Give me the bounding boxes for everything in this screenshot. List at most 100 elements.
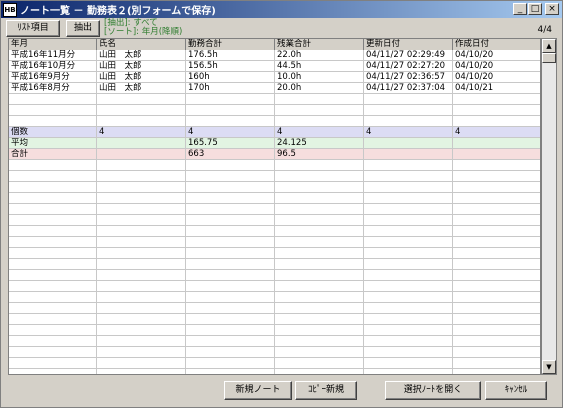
table-row[interactable] (9, 193, 540, 204)
table-cell (364, 94, 453, 105)
table-row[interactable] (9, 259, 540, 270)
table-cell (97, 259, 186, 270)
open-selected-note-button[interactable]: 選択ﾉｰﾄを開く (385, 381, 481, 400)
table-row[interactable] (9, 314, 540, 325)
table-cell (97, 160, 186, 171)
table-cell (364, 347, 453, 358)
table-row[interactable] (9, 303, 540, 314)
table-row[interactable]: 平成16年10月分 山田 太郎 156.5h 44.5h 04/11/27 02:27:… (9, 61, 540, 72)
copy-new-button[interactable]: ｺﾋﾟｰ新規 (295, 381, 357, 400)
table-cell (97, 347, 186, 358)
note-list-grid[interactable]: 年月 氏名 勤務合計 残業合計 更新日付 作成日付 平成16年11月分 山田 太郎 176.5h… (8, 38, 541, 375)
column-header[interactable]: 勤務合計 (186, 39, 275, 50)
table-row[interactable] (9, 369, 540, 374)
column-header[interactable]: 年月 (9, 39, 97, 50)
table-cell (453, 226, 540, 237)
table-row[interactable] (9, 94, 540, 105)
title-bar[interactable]: HB ノート一覧 － 勤務表２(別フォームで保存) _ □ × (1, 1, 562, 18)
table-row[interactable]: 平成16年8月分 山田 太郎 170h 20.0h 04/11/27 02:37:04 0… (9, 83, 540, 94)
table-cell (97, 314, 186, 325)
table-cell (186, 171, 275, 182)
minimize-button[interactable]: _ (513, 3, 527, 15)
table-row[interactable] (9, 215, 540, 226)
table-row[interactable] (9, 182, 540, 193)
column-header[interactable]: 残業合計 (275, 39, 364, 50)
sort-text: [ソート]: 年月(降順) (104, 27, 183, 37)
table-cell (453, 149, 540, 160)
table-cell (97, 303, 186, 314)
table-cell: 10.0h (275, 72, 364, 83)
table-cell (453, 105, 540, 116)
table-row[interactable] (9, 292, 540, 303)
table-cell: 04/10/20 (453, 50, 540, 61)
table-cell (453, 347, 540, 358)
table-cell (453, 138, 540, 149)
note-list-window: HB ノート一覧 － 勤務表２(別フォームで保存) _ □ × ﾘｽﾄ項目 抽出… (0, 0, 563, 408)
table-cell (9, 369, 97, 374)
table-cell (186, 116, 275, 127)
table-cell (275, 259, 364, 270)
table-cell (97, 369, 186, 374)
column-header[interactable]: 更新日付 (364, 39, 453, 50)
summary-total-row[interactable]: 合計 663 96.5 (9, 149, 540, 160)
table-row[interactable] (9, 237, 540, 248)
table-cell (453, 248, 540, 259)
table-cell (97, 138, 186, 149)
column-header[interactable]: 作成日付 (453, 39, 540, 50)
table-cell (186, 94, 275, 105)
table-cell: 04/11/27 02:37:04 (364, 83, 453, 94)
table-cell (275, 182, 364, 193)
table-cell (364, 270, 453, 281)
table-cell (364, 182, 453, 193)
vertical-scrollbar[interactable]: ▲ ▼ (541, 38, 557, 375)
table-cell (364, 138, 453, 149)
new-note-button[interactable]: 新規ノート (224, 381, 292, 400)
table-cell (97, 358, 186, 369)
table-cell: 4 (453, 127, 540, 138)
table-row[interactable] (9, 116, 540, 127)
table-row[interactable]: 平成16年9月分 山田 太郎 160h 10.0h 04/11/27 02:36:57 0… (9, 72, 540, 83)
table-cell: 96.5 (275, 149, 364, 160)
table-cell (453, 182, 540, 193)
table-row[interactable] (9, 248, 540, 259)
table-row[interactable] (9, 226, 540, 237)
table-row[interactable] (9, 358, 540, 369)
table-cell: 04/11/27 02:27:20 (364, 61, 453, 72)
table-cell (453, 270, 540, 281)
table-cell (275, 347, 364, 358)
column-header[interactable]: 氏名 (97, 39, 186, 50)
list-items-button[interactable]: ﾘｽﾄ項目 (6, 20, 60, 37)
extract-button[interactable]: 抽出 (66, 20, 100, 37)
table-row[interactable] (9, 325, 540, 336)
table-cell (186, 105, 275, 116)
table-cell: 04/11/27 02:29:49 (364, 50, 453, 61)
table-cell: 山田 太郎 (97, 61, 186, 72)
table-row[interactable] (9, 281, 540, 292)
table-row[interactable] (9, 160, 540, 171)
scroll-down-icon[interactable]: ▼ (542, 360, 556, 374)
summary-average-row[interactable]: 平均 165.75 24.125 (9, 138, 540, 149)
table-cell (9, 259, 97, 270)
table-cell (364, 358, 453, 369)
cancel-button[interactable]: ｷｬﾝｾﾙ (485, 381, 547, 400)
scroll-up-icon[interactable]: ▲ (542, 39, 556, 53)
table-cell (275, 171, 364, 182)
table-cell (453, 160, 540, 171)
table-row[interactable]: 平成16年11月分 山田 太郎 176.5h 22.0h 04/11/27 02:29:… (9, 50, 540, 61)
table-cell: 合計 (9, 149, 97, 160)
table-row[interactable] (9, 105, 540, 116)
table-cell: 平均 (9, 138, 97, 149)
table-row[interactable] (9, 336, 540, 347)
table-cell (97, 182, 186, 193)
table-cell: 4 (186, 127, 275, 138)
table-row[interactable] (9, 204, 540, 215)
table-cell (453, 281, 540, 292)
table-row[interactable] (9, 270, 540, 281)
table-row[interactable] (9, 171, 540, 182)
table-row[interactable] (9, 347, 540, 358)
maximize-button[interactable]: □ (528, 3, 542, 15)
close-button[interactable]: × (545, 3, 559, 15)
table-cell (97, 237, 186, 248)
scroll-thumb[interactable] (542, 53, 556, 63)
summary-count-row[interactable]: 個数 4 4 4 4 4 (9, 127, 540, 138)
